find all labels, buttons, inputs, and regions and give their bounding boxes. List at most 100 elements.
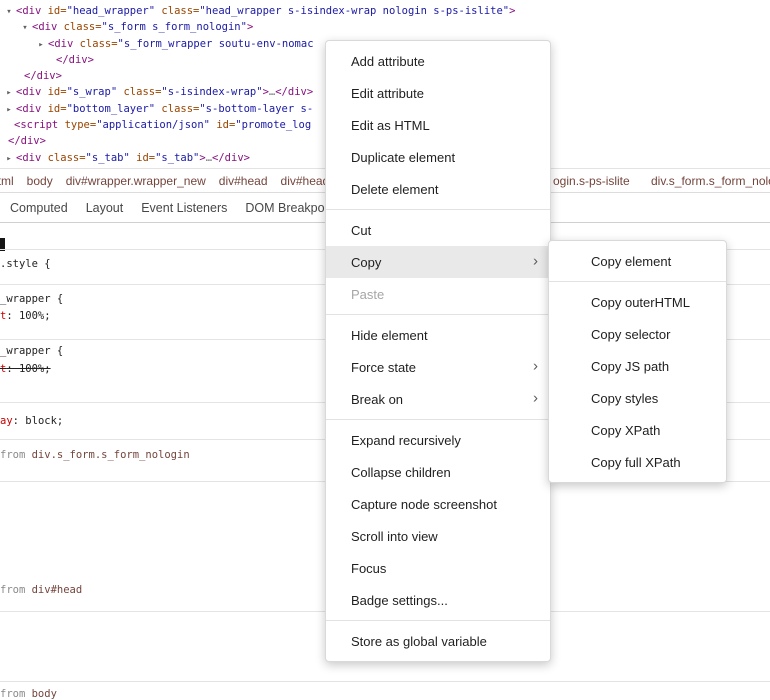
expand-arrow-down-icon[interactable]: ▾ (3, 4, 15, 20)
menu-item-copy-styles[interactable]: Copy styles (549, 382, 726, 414)
style-text-fragment: t: 100%; (0, 310, 51, 323)
code-segment: id= (216, 119, 235, 131)
style-segment: : 100%; (6, 310, 50, 322)
menu-item-duplicate-element[interactable]: Duplicate element (326, 141, 550, 173)
code-segment: id= (48, 5, 67, 17)
code-segment: id= (48, 86, 67, 98)
menu-item-delete-element[interactable]: Delete element (326, 173, 550, 205)
code-segment: "application/json" (96, 119, 210, 131)
menu-item-copy-element[interactable]: Copy element (549, 245, 726, 277)
code-segment: id= (48, 103, 67, 115)
dom-tree-node[interactable]: ▾<div class="s_form s_form_nologin"> (0, 19, 770, 35)
breadcrumb-item[interactable]: html (0, 174, 14, 188)
menu-item-expand-recursively[interactable]: Expand recursively (326, 424, 550, 456)
menu-item-scroll-into-view[interactable]: Scroll into view (326, 520, 550, 552)
menu-item-copy-selector[interactable]: Copy selector (549, 318, 726, 350)
chevron-right-icon: › (533, 390, 538, 407)
menu-item-paste[interactable]: Paste (326, 278, 550, 310)
menu-item-collapse-children[interactable]: Collapse children (326, 456, 550, 488)
tab-computed[interactable]: Computed (10, 201, 68, 215)
code-segment: class= (123, 86, 161, 98)
style-segment: from (0, 584, 32, 596)
code-segment: "s-bottom-layer s- (199, 103, 313, 115)
code-segment: class= (80, 38, 118, 50)
expand-arrow-right-icon[interactable]: ▸ (3, 151, 15, 167)
menu-item-label: Break on (351, 392, 403, 407)
style-text-fragment: from div#head (0, 584, 82, 597)
menu-item-hide-element[interactable]: Hide element (326, 319, 550, 351)
code-segment: class= (161, 103, 199, 115)
expand-arrow-right-icon[interactable]: ▸ (3, 85, 15, 101)
style-segment: : block; (13, 415, 64, 427)
code-segment: </div> (212, 152, 250, 164)
tab-event-listeners[interactable]: Event Listeners (141, 201, 227, 215)
menu-item-label: Collapse children (351, 465, 451, 480)
menu-item-label: Expand recursively (351, 433, 461, 448)
menu-item-add-attribute[interactable]: Add attribute (326, 45, 550, 77)
code-segment: class= (48, 152, 86, 164)
menu-item-edit-as-html[interactable]: Edit as HTML (326, 109, 550, 141)
menu-item-label: Scroll into view (351, 529, 438, 544)
menu-item-copy[interactable]: Copy› (326, 246, 550, 278)
style-segment: from (0, 688, 32, 700)
code-segment: "s_tab" (155, 152, 199, 164)
tab-layout[interactable]: Layout (86, 201, 124, 215)
style-segment: .style { (0, 258, 51, 270)
menu-item-focus[interactable]: Focus (326, 552, 550, 584)
code-segment: > (509, 5, 515, 17)
style-segment: from (0, 449, 32, 461)
breadcrumb-item[interactable]: body (27, 174, 53, 188)
menu-item-label: Copy JS path (591, 359, 669, 374)
menu-item-label: Edit as HTML (351, 118, 430, 133)
menu-item-label: Copy XPath (591, 423, 660, 438)
menu-item-badge-settings[interactable]: Badge settings... (326, 584, 550, 616)
menu-item-break-on[interactable]: Break on › (326, 383, 550, 415)
style-segment: div#head (32, 584, 83, 596)
expand-arrow-right-icon[interactable]: ▸ (35, 37, 47, 53)
style-segment: body (32, 688, 57, 700)
dom-tree-node[interactable]: ▾<div id="head_wrapper" class="head_wrap… (0, 3, 770, 19)
copy-submenu: Copy element Copy outerHTML Copy selecto… (548, 240, 727, 483)
code-segment: "s_form_wrapper soutu-env-nomac (118, 38, 314, 50)
breadcrumb-item[interactable]: ogin.s-ps-islite (553, 174, 630, 188)
code-segment: </div> (275, 86, 313, 98)
style-text-fragment: from body (0, 688, 57, 700)
menu-item-copy-js-path[interactable]: Copy JS path (549, 350, 726, 382)
menu-separator (326, 209, 550, 210)
expand-arrow-right-icon[interactable]: ▸ (3, 102, 15, 118)
menu-item-label: Badge settings... (351, 593, 448, 608)
expand-arrow-down-icon[interactable]: ▾ (19, 20, 31, 36)
menu-item-cut[interactable]: Cut (326, 214, 550, 246)
menu-item-copy-outerhtml[interactable]: Copy outerHTML (549, 286, 726, 318)
style-text-fragment: _wrapper { (0, 293, 63, 306)
code-segment: "bottom_layer" (67, 103, 156, 115)
context-menu: Add attribute Edit attribute Edit as HTM… (325, 40, 551, 662)
menu-item-force-state[interactable]: Force state› (326, 351, 550, 383)
style-segment: div.s_form.s_form_nologin (32, 449, 190, 461)
breadcrumb-item[interactable]: div#wrapper.wrapper_new (66, 174, 206, 188)
style-segment: ay (0, 415, 13, 427)
menu-item-copy-full-xpath[interactable]: Copy full XPath (549, 446, 726, 478)
code-segment: "s_tab" (86, 152, 130, 164)
style-text-fragment: ay: block; (0, 415, 63, 428)
menu-item-label: Force state (351, 360, 416, 375)
code-segment: "s_wrap" (67, 86, 118, 98)
breadcrumb-item[interactable]: div.s_form.s_form_nologin (651, 174, 770, 188)
style-text-fragment: from div.s_form.s_form_nologin (0, 449, 190, 462)
menu-item-edit-attribute[interactable]: Edit attribute (326, 77, 550, 109)
menu-separator (326, 419, 550, 420)
menu-item-label: Copy selector (591, 327, 670, 342)
code-segment: </div> (24, 70, 62, 82)
style-text-fragment: t: 100%; (0, 363, 51, 376)
menu-item-label: Store as global variable (351, 634, 487, 649)
menu-item-copy-xpath[interactable]: Copy XPath (549, 414, 726, 446)
breadcrumb-item[interactable]: div#head (219, 174, 268, 188)
code-segment: "promote_log (235, 119, 311, 131)
menu-item-capture-node-screenshot[interactable]: Capture node screenshot (326, 488, 550, 520)
menu-item-label: Copy element (591, 254, 671, 269)
style-segment: _wrapper { (0, 293, 63, 305)
menu-item-store-as-global-variable[interactable]: Store as global variable (326, 625, 550, 657)
menu-item-label: Hide element (351, 328, 428, 343)
code-segment: </div> (56, 54, 94, 66)
menu-item-label: Delete element (351, 182, 438, 197)
